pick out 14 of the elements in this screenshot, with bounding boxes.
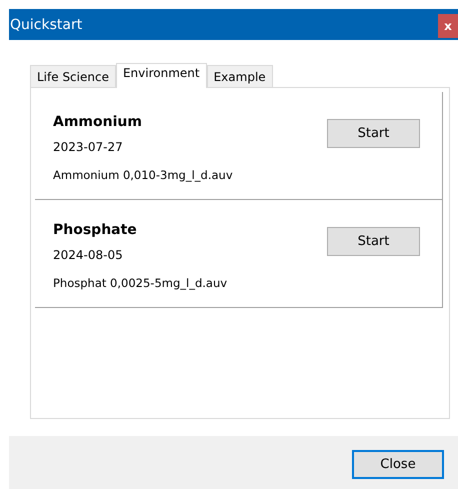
window-title: Quickstart [9, 16, 82, 32]
item-title: Ammonium [53, 113, 143, 132]
item-date: 2023-07-27 [53, 139, 124, 155]
tab[interactable]: Life Science [30, 65, 116, 87]
file-name: Phosphat 0,0025-5mg_l_d.auv [53, 275, 228, 291]
close-button[interactable]: Close [352, 450, 444, 479]
start-button[interactable]: Start [327, 227, 420, 256]
tab[interactable]: Example [206, 65, 273, 87]
item-date: 2024-08-05 [53, 247, 124, 263]
file-name: Ammonium 0,010-3mg_l_d.auv [53, 167, 233, 183]
close-button[interactable]: x [438, 14, 458, 38]
item-title: Phosphate [53, 221, 138, 240]
tab[interactable]: Environment [116, 63, 207, 88]
start-button[interactable]: Start [327, 119, 420, 148]
